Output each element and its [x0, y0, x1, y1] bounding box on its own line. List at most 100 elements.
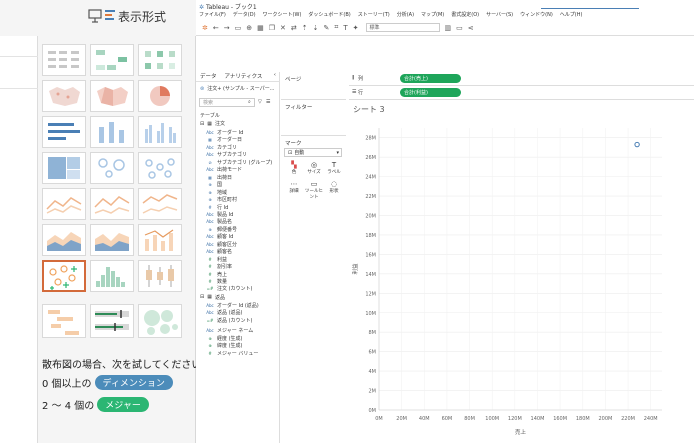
- highlight-table-option[interactable]: [138, 44, 182, 76]
- field-item[interactable]: =# 注文 (カウント): [206, 285, 253, 292]
- area-continuous-option[interactable]: [42, 224, 86, 256]
- field-item[interactable]: Abc カテゴリ: [206, 144, 237, 151]
- bullet-graph-option[interactable]: [90, 304, 134, 338]
- redo-icon[interactable]: →: [224, 24, 230, 32]
- mark-tooltip-button[interactable]: ▭ ツールヒント: [304, 180, 324, 200]
- gantt-chart-option[interactable]: [42, 304, 86, 338]
- undo-icon[interactable]: ←: [213, 24, 219, 32]
- horizontal-bars-option[interactable]: [42, 116, 86, 148]
- data-source-item[interactable]: ⊜ 注文+ (サンプル - スーパー...: [200, 85, 275, 93]
- field-search-input[interactable]: 検索: [199, 98, 255, 107]
- group-returns[interactable]: ⊟ ▦ 返品: [200, 294, 225, 301]
- present-icon[interactable]: ▭: [456, 24, 463, 32]
- menu-analysis[interactable]: 分析(A): [397, 11, 414, 20]
- presentation-icon[interactable]: [86, 6, 104, 26]
- field-item[interactable]: ⊕ 緯度 (生成): [206, 342, 242, 349]
- menu-file[interactable]: ファイル(F): [199, 11, 226, 20]
- field-item[interactable]: # 売上: [206, 271, 227, 278]
- field-item[interactable]: ⊕ 経度 (生成): [206, 335, 242, 342]
- field-item[interactable]: # メジャー バリュー: [206, 350, 258, 357]
- new-data-source-icon[interactable]: ⊕: [246, 24, 252, 32]
- tab-analytics[interactable]: アナリティクス: [225, 72, 263, 81]
- rows-pill[interactable]: 合計(利益): [400, 88, 461, 97]
- field-item[interactable]: # 利益: [206, 256, 227, 263]
- sort-desc-icon[interactable]: ⇣: [313, 24, 319, 32]
- field-item[interactable]: ⊘ サブカテゴリ (グループ): [206, 159, 272, 166]
- discrete-lines-option[interactable]: [90, 188, 134, 220]
- dual-lines-option[interactable]: [138, 188, 182, 220]
- field-item[interactable]: Abc 返品 (返品): [206, 309, 242, 316]
- show-me-label[interactable]: 表示形式: [118, 8, 166, 25]
- scatter-plot-option[interactable]: [42, 260, 86, 292]
- label-icon[interactable]: T: [343, 24, 347, 32]
- field-item[interactable]: Abc 顧客 Id: [206, 233, 233, 240]
- field-item[interactable]: Abc 製品 Id: [206, 211, 233, 218]
- mark-shape-button[interactable]: ◌ 形状: [324, 180, 344, 197]
- mark-label-button[interactable]: T ラベル: [324, 161, 344, 178]
- stacked-bars-option[interactable]: [90, 116, 134, 148]
- tab-data[interactable]: データ: [200, 72, 217, 81]
- field-item[interactable]: Abc オーダー Id (返品): [206, 302, 258, 309]
- new-worksheet-icon[interactable]: ▦: [257, 24, 264, 32]
- field-item[interactable]: Abc 製品名: [206, 218, 232, 225]
- field-item[interactable]: # 割引率: [206, 263, 232, 270]
- collapse-icon[interactable]: ⊟: [200, 294, 204, 300]
- group-icon[interactable]: ⌗: [334, 23, 338, 32]
- chart-icon[interactable]: ▥: [445, 24, 452, 32]
- group-orders[interactable]: ⊟ ▦ 注文: [200, 120, 225, 128]
- pie-chart-option[interactable]: [138, 80, 182, 112]
- dual-combination-option[interactable]: [138, 224, 182, 256]
- circle-views-option[interactable]: [90, 152, 134, 184]
- field-item[interactable]: Abc メジャー ネーム: [206, 327, 253, 334]
- menu-dashboard[interactable]: ダッシュボード(B): [308, 11, 350, 20]
- columns-pill[interactable]: 合計(売上): [400, 74, 461, 83]
- field-item[interactable]: ⊕ 国: [206, 181, 222, 188]
- show-me-icon[interactable]: [104, 8, 116, 22]
- menu-help[interactable]: ヘルプ(H): [560, 11, 583, 20]
- clear-icon[interactable]: ✕: [280, 24, 286, 32]
- text-table-option[interactable]: [42, 44, 86, 76]
- columns-shelf[interactable]: ⫼ 列 合計(売上): [349, 72, 694, 86]
- mark-size-button[interactable]: ◎ サイズ: [304, 161, 324, 178]
- share-icon[interactable]: ⋖: [468, 24, 474, 32]
- heat-map-option[interactable]: [90, 44, 134, 76]
- field-item[interactable]: ⊕ 郵便番号: [206, 226, 237, 233]
- menu-data[interactable]: データ(D): [233, 11, 256, 20]
- view-options-icon[interactable]: ☰: [266, 99, 270, 105]
- mark-type-select[interactable]: ⊡ 自動 ▾: [284, 148, 342, 157]
- collapse-pane-icon[interactable]: ‹: [274, 72, 276, 81]
- menu-story[interactable]: ストーリー(T): [358, 11, 390, 20]
- field-item[interactable]: Abc 出荷モード: [206, 166, 242, 173]
- field-item[interactable]: Abc 顧客区分: [206, 241, 237, 248]
- symbol-map-option[interactable]: [42, 80, 86, 112]
- treemap-option[interactable]: [42, 152, 86, 184]
- field-item[interactable]: # 行 Id: [206, 204, 228, 211]
- mark-detail-button[interactable]: ⋯ 詳細: [284, 180, 304, 197]
- collapse-icon[interactable]: ⊟: [200, 121, 204, 127]
- mark-color-button[interactable]: ▚ 色: [284, 161, 304, 178]
- fit-select[interactable]: 標準: [365, 23, 440, 32]
- field-item[interactable]: # 数量: [206, 278, 227, 285]
- tableau-home-icon[interactable]: ✲: [202, 24, 208, 32]
- pages-card[interactable]: ページ: [281, 72, 346, 100]
- menu-worksheet[interactable]: ワークシート(W): [263, 11, 302, 20]
- filters-card[interactable]: フィルター: [281, 100, 346, 136]
- field-item[interactable]: ▦ オーダー日: [206, 136, 242, 143]
- field-item[interactable]: ⊕ 市区町村: [206, 196, 237, 203]
- field-item[interactable]: Abc サブカテゴリ: [206, 151, 247, 158]
- rows-shelf[interactable]: ☰ 行 合計(利益): [349, 86, 694, 100]
- side-by-side-bars-option[interactable]: [138, 116, 182, 148]
- histogram-option[interactable]: [90, 260, 134, 292]
- box-plot-option[interactable]: [138, 260, 182, 292]
- field-item[interactable]: ▦ 出荷日: [206, 174, 232, 181]
- swap-icon[interactable]: ⇄: [291, 24, 297, 32]
- continuous-lines-option[interactable]: [42, 188, 86, 220]
- field-item[interactable]: Abc オーダー Id: [206, 129, 243, 136]
- menu-server[interactable]: サーバー(S): [486, 11, 513, 20]
- filled-map-option[interactable]: [90, 80, 134, 112]
- highlight-icon[interactable]: ✎: [324, 24, 330, 32]
- field-item[interactable]: =# 返品 (カウント): [206, 317, 253, 324]
- filter-icon[interactable]: ▽: [258, 99, 262, 105]
- sort-asc-icon[interactable]: ⇡: [302, 24, 308, 32]
- packed-bubbles-option[interactable]: [138, 304, 182, 338]
